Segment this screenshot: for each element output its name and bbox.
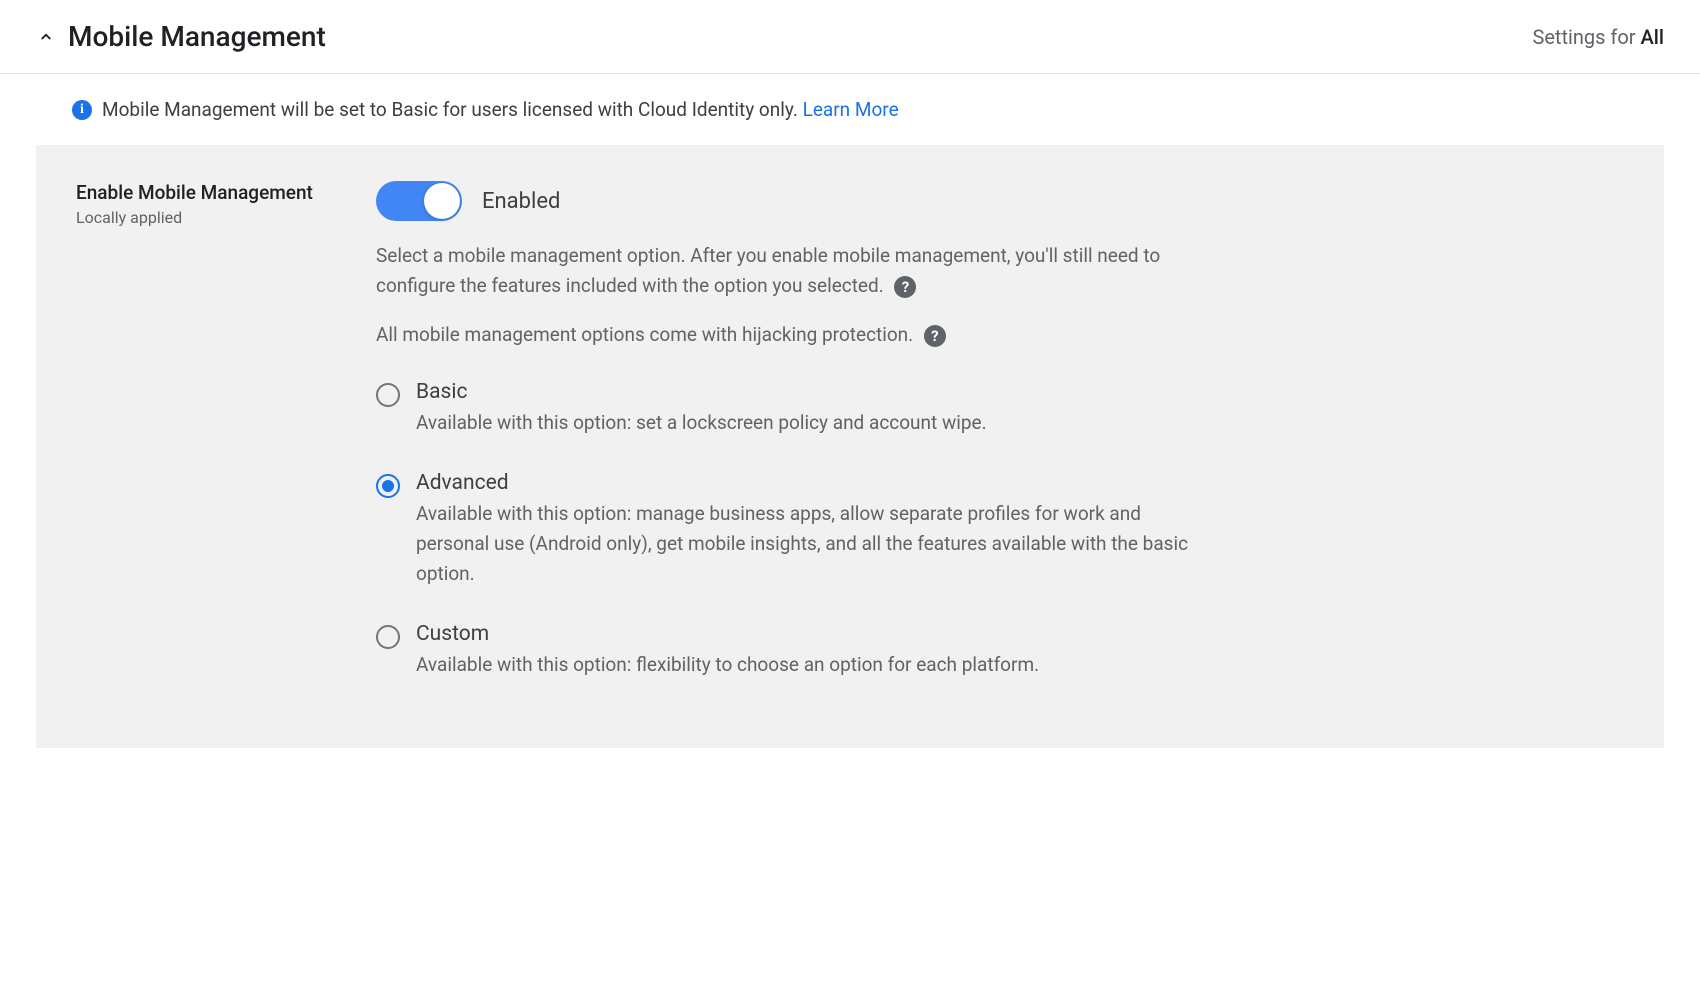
radio-description-custom: Available with this option: flexibility … [416, 650, 1196, 680]
radio-title-basic: Basic [416, 380, 1196, 404]
radio-title-custom: Custom [416, 622, 1196, 646]
radio-option-advanced: Advanced Available with this option: man… [376, 471, 1624, 590]
page-title: Mobile Management [68, 20, 326, 53]
enable-toggle[interactable] [376, 181, 462, 221]
toggle-knob [424, 183, 460, 219]
setting-description-2: All mobile management options come with … [376, 320, 1196, 350]
setting-label: Enable Mobile Management [76, 181, 336, 204]
settings-scope-prefix: Settings for [1532, 25, 1640, 49]
help-icon[interactable]: ? [894, 276, 916, 298]
info-banner: i Mobile Management will be set to Basic… [0, 74, 1700, 145]
info-icon: i [72, 100, 92, 120]
settings-panel: Enable Mobile Management Locally applied… [36, 145, 1664, 748]
toggle-state-label: Enabled [482, 189, 560, 214]
radio-custom[interactable] [376, 625, 400, 649]
management-option-group: Basic Available with this option: set a … [376, 380, 1624, 680]
collapse-toggle[interactable] [36, 27, 56, 47]
chevron-up-icon [37, 28, 55, 46]
radio-option-basic: Basic Available with this option: set a … [376, 380, 1624, 438]
info-banner-text: Mobile Management will be set to Basic f… [102, 98, 803, 121]
help-icon[interactable]: ? [924, 325, 946, 347]
radio-description-advanced: Available with this option: manage busin… [416, 499, 1196, 590]
radio-title-advanced: Advanced [416, 471, 1196, 495]
radio-advanced[interactable] [376, 474, 400, 498]
section-header: Mobile Management Settings for All [0, 0, 1700, 74]
setting-sublabel: Locally applied [76, 208, 336, 227]
radio-description-basic: Available with this option: set a locksc… [416, 408, 1196, 438]
learn-more-link[interactable]: Learn More [803, 98, 899, 121]
setting-description-1: Select a mobile management option. After… [376, 241, 1196, 302]
radio-option-custom: Custom Available with this option: flexi… [376, 622, 1624, 680]
settings-scope-value: All [1641, 25, 1664, 49]
settings-scope: Settings for All [1532, 25, 1664, 49]
radio-basic[interactable] [376, 383, 400, 407]
